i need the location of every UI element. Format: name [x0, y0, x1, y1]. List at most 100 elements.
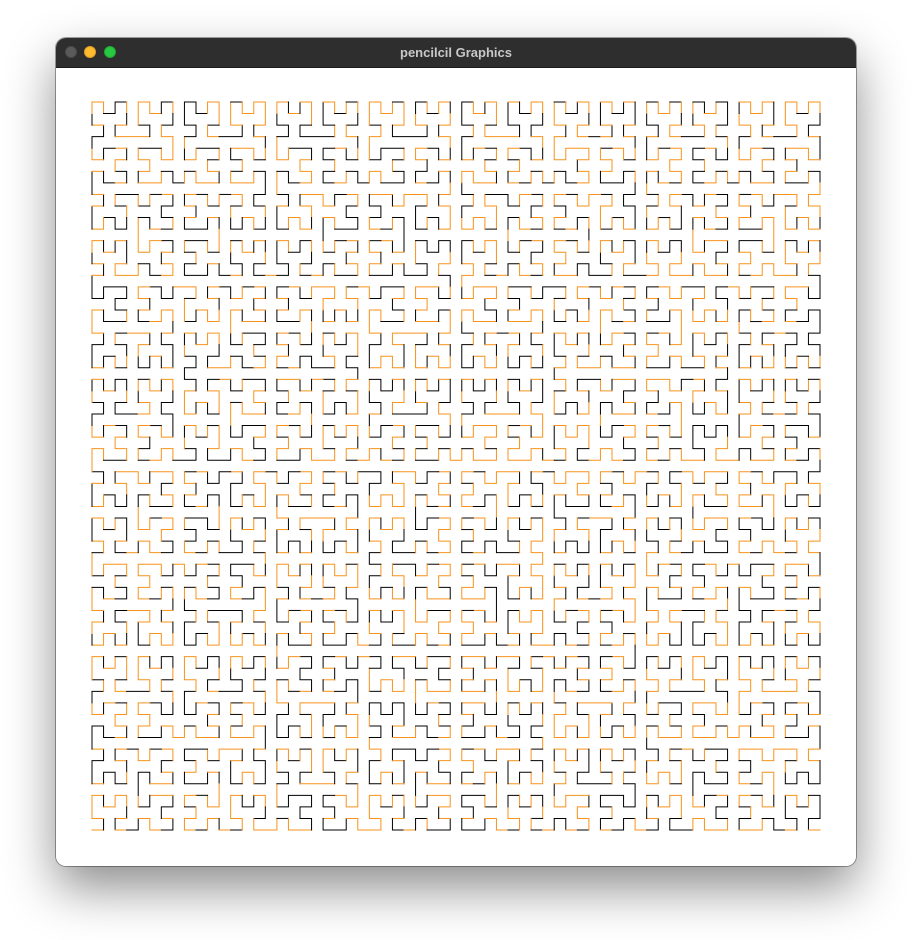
curve-segment-298	[438, 563, 451, 588]
curve-segment-1349	[715, 101, 729, 126]
curve-segment-530	[149, 448, 174, 461]
curve-segment-1696	[576, 517, 590, 542]
curve-segment-1607	[761, 609, 775, 623]
curve-segment-831	[368, 147, 405, 161]
curve-segment-1187	[461, 182, 474, 195]
curve-segment-1617	[738, 563, 775, 577]
curve-segment-591	[183, 309, 197, 323]
curve-segment-1028	[461, 425, 497, 450]
curve-segment-213	[322, 656, 336, 669]
curve-segment-1482	[692, 332, 705, 346]
curve-segment-906	[391, 286, 405, 299]
curve-segment-278	[357, 633, 370, 646]
curve-segment-1792	[623, 563, 636, 588]
curve-segment-149	[322, 794, 336, 819]
curve-segment-1510	[646, 448, 659, 461]
curve-segment-674	[91, 101, 105, 115]
curve-segment-451	[114, 609, 128, 623]
curve-segment-1130	[507, 309, 544, 323]
curve-segment-1207	[519, 101, 532, 115]
curve-segment-1712	[507, 482, 521, 507]
curve-segment-81	[218, 667, 243, 692]
curve-segment-383	[183, 494, 197, 507]
curve-segment-284	[391, 609, 405, 635]
curve-segment-613	[114, 344, 128, 357]
curve-segment-1138	[507, 344, 521, 357]
curve-segment-63	[149, 702, 174, 715]
curve-segment-348	[345, 540, 359, 554]
curve-segment-477	[114, 540, 128, 554]
curve-segment-1655	[680, 540, 694, 554]
curve-segment-1517	[738, 448, 752, 461]
curve-segment-885	[438, 286, 451, 299]
curve-segment-131	[276, 771, 289, 785]
curve-segment-919	[299, 286, 313, 299]
curve-segment-1800	[599, 633, 613, 646]
curve-segment-1399	[761, 193, 775, 207]
curve-segment-1447	[738, 309, 752, 323]
curve-segment-1722	[472, 517, 486, 531]
curve-segment-1928	[553, 771, 567, 785]
curve-segment-656	[91, 217, 105, 230]
curve-segment-1202	[484, 101, 497, 126]
curve-segment-104	[218, 748, 243, 762]
curve-segment-129	[276, 794, 313, 831]
curve-segment-721	[253, 170, 266, 207]
curve-segment-1214	[507, 147, 521, 161]
curve-segment-1381	[807, 113, 821, 138]
curve-segment-21	[160, 760, 174, 773]
curve-segment-2008	[750, 725, 775, 739]
curve-segment-1985	[657, 702, 682, 715]
curve-segment-1009	[426, 378, 440, 392]
curve-segment-1807	[599, 656, 613, 669]
curve-segment-1063	[623, 436, 636, 461]
curve-segment-786	[345, 193, 359, 207]
curve-segment-907	[368, 286, 405, 299]
curve-segment-1209	[530, 113, 544, 138]
curve-segment-538	[207, 425, 220, 450]
curve-segment-495	[103, 494, 128, 507]
curve-segment-823	[322, 170, 336, 184]
curve-segment-842	[438, 101, 451, 115]
curve-segment-1225	[553, 170, 578, 184]
curve-segment-1309	[715, 193, 729, 207]
curve-segment-1358	[703, 170, 717, 184]
curve-segment-554	[207, 390, 220, 415]
curve-segment-639	[160, 240, 174, 253]
curve-segment-585	[218, 286, 232, 299]
curve-segment-503	[114, 425, 128, 438]
curve-segment-993	[368, 425, 393, 438]
graphics-canvas[interactable]	[56, 68, 856, 866]
curve-segment-694	[195, 170, 220, 184]
curve-segment-670	[91, 147, 105, 161]
curve-segment-2013	[738, 702, 752, 715]
curve-segment-790	[299, 205, 313, 219]
curve-segment-974	[299, 448, 336, 461]
curve-segment-1438	[761, 355, 775, 369]
curve-segment-307	[368, 575, 382, 588]
curve-segment-1283	[599, 251, 613, 265]
curve-segment-1703	[565, 494, 590, 507]
curve-segment-1292	[646, 240, 659, 253]
curve-segment-806	[299, 101, 313, 126]
curve-segment-1574	[738, 540, 752, 554]
curve-segment-2052	[738, 794, 752, 808]
curve-segment-75	[183, 690, 197, 715]
curve-segment-234	[276, 679, 289, 704]
curve-segment-65	[137, 725, 162, 739]
curve-segment-436	[172, 563, 185, 577]
curve-segment-617	[103, 355, 116, 369]
curve-segment-22	[160, 748, 174, 762]
hilbert-curve-drawing	[91, 101, 821, 831]
curve-segment-947	[345, 355, 359, 380]
curve-segment-1738	[519, 586, 532, 600]
curve-segment-15	[137, 794, 151, 808]
curve-segment-1814	[623, 702, 636, 715]
curve-segment-1612	[738, 633, 752, 646]
curve-segment-1177	[530, 205, 544, 219]
curve-segment-1520	[761, 436, 775, 450]
curve-segment-1964	[692, 794, 705, 808]
curve-segment-1478	[669, 355, 682, 369]
curve-segment-1998	[692, 656, 705, 692]
title-bar[interactable]: pencilcil Graphics	[56, 38, 856, 68]
